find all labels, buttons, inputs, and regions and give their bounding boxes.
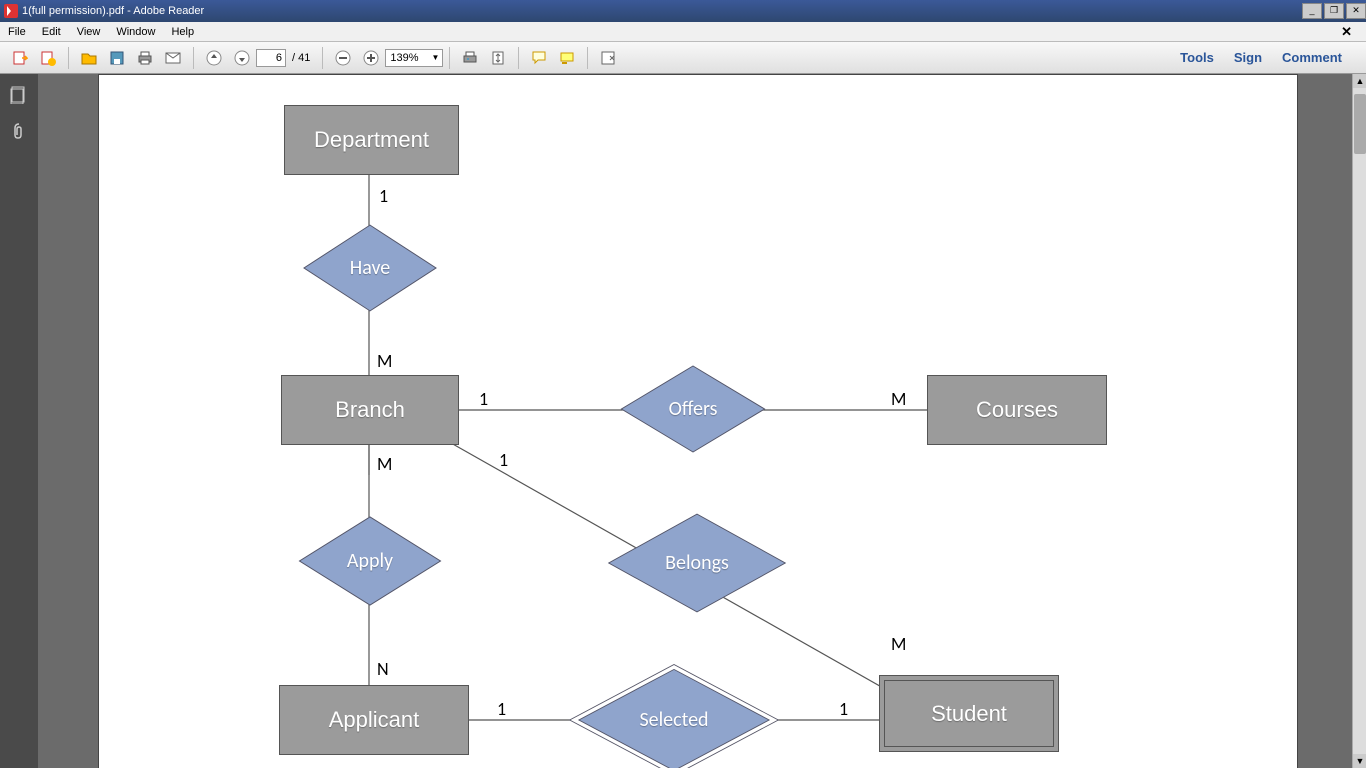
page-down-icon[interactable] xyxy=(230,46,254,70)
chevron-down-icon: ▼ xyxy=(431,53,442,62)
entity-branch: Branch xyxy=(281,375,459,445)
create-pdf-icon[interactable] xyxy=(36,46,60,70)
card-dept-have: 1 xyxy=(379,185,388,207)
page-total: / 41 xyxy=(292,52,310,64)
read-mode-icon[interactable] xyxy=(596,46,620,70)
scroll-up-icon[interactable]: ▲ xyxy=(1353,74,1366,88)
print-icon[interactable] xyxy=(133,46,157,70)
menu-edit[interactable]: Edit xyxy=(34,24,69,40)
sign-link[interactable]: Sign xyxy=(1234,50,1262,65)
menu-window[interactable]: Window xyxy=(108,24,163,40)
scroll-down-icon[interactable]: ▼ xyxy=(1353,754,1366,768)
highlight-icon[interactable] xyxy=(555,46,579,70)
zoom-in-icon[interactable] xyxy=(359,46,383,70)
comment-link[interactable]: Comment xyxy=(1282,50,1342,65)
card-apply-applicant: N xyxy=(377,658,389,680)
menu-help[interactable]: Help xyxy=(163,24,202,40)
app-icon xyxy=(4,4,18,18)
page-number-input[interactable] xyxy=(256,49,286,67)
save-icon[interactable] xyxy=(105,46,129,70)
entity-department: Department xyxy=(284,105,459,175)
menu-bar: File Edit View Window Help ✕ xyxy=(0,22,1366,42)
entity-applicant: Applicant xyxy=(279,685,469,755)
relationship-have: Have xyxy=(314,235,426,301)
page-canvas: Department Branch Courses Applicant Stud… xyxy=(98,74,1298,768)
document-area[interactable]: Department Branch Courses Applicant Stud… xyxy=(38,74,1352,768)
card-belongs-student: M xyxy=(891,633,906,655)
email-icon[interactable] xyxy=(161,46,185,70)
close-doc-button[interactable]: ✕ xyxy=(1333,22,1360,42)
close-button[interactable]: ✕ xyxy=(1346,3,1366,19)
card-branch-offers: 1 xyxy=(479,388,488,410)
page-up-icon[interactable] xyxy=(202,46,226,70)
card-selected-student: 1 xyxy=(839,698,848,720)
entity-courses: Courses xyxy=(927,375,1107,445)
relationship-belongs: Belongs xyxy=(617,520,777,605)
er-diagram: Department Branch Courses Applicant Stud… xyxy=(99,75,1297,768)
menu-file[interactable]: File xyxy=(0,24,34,40)
card-applicant-selected: 1 xyxy=(497,698,506,720)
attachments-icon[interactable] xyxy=(8,120,30,142)
minimize-button[interactable]: _ xyxy=(1302,3,1322,19)
title-bar: 1(full permission).pdf - Adobe Reader _ … xyxy=(0,0,1366,22)
card-branch-belongs: 1 xyxy=(499,449,508,471)
card-have-branch: M xyxy=(377,350,392,372)
right-panel-links: Tools Sign Comment xyxy=(1180,50,1360,65)
card-branch-apply: M xyxy=(377,453,392,475)
vertical-scrollbar[interactable]: ▲ ▼ xyxy=(1352,74,1366,768)
entity-student: Student xyxy=(879,675,1059,752)
relationship-apply: Apply xyxy=(309,525,431,597)
window-controls: _ ❐ ✕ xyxy=(1300,3,1366,19)
window-title: 1(full permission).pdf - Adobe Reader xyxy=(22,5,204,17)
restore-button[interactable]: ❐ xyxy=(1324,3,1344,19)
export-pdf-icon[interactable] xyxy=(8,46,32,70)
menu-view[interactable]: View xyxy=(69,24,109,40)
zoom-select[interactable]: 139%▼ xyxy=(385,49,443,67)
thumbnails-icon[interactable] xyxy=(8,84,30,106)
card-offers-courses: M xyxy=(891,388,906,410)
scroll-mode-icon[interactable] xyxy=(486,46,510,70)
tools-link[interactable]: Tools xyxy=(1180,50,1214,65)
snapshot-icon[interactable] xyxy=(458,46,482,70)
comment-icon[interactable] xyxy=(527,46,551,70)
navigation-pane xyxy=(0,74,38,768)
scroll-thumb[interactable] xyxy=(1354,94,1366,154)
toolbar: / 41 139%▼ Tools Sign Comment xyxy=(0,42,1366,74)
zoom-out-icon[interactable] xyxy=(331,46,355,70)
relationship-selected: Selected xyxy=(589,676,759,764)
open-icon[interactable] xyxy=(77,46,101,70)
relationship-offers: Offers xyxy=(629,375,757,443)
